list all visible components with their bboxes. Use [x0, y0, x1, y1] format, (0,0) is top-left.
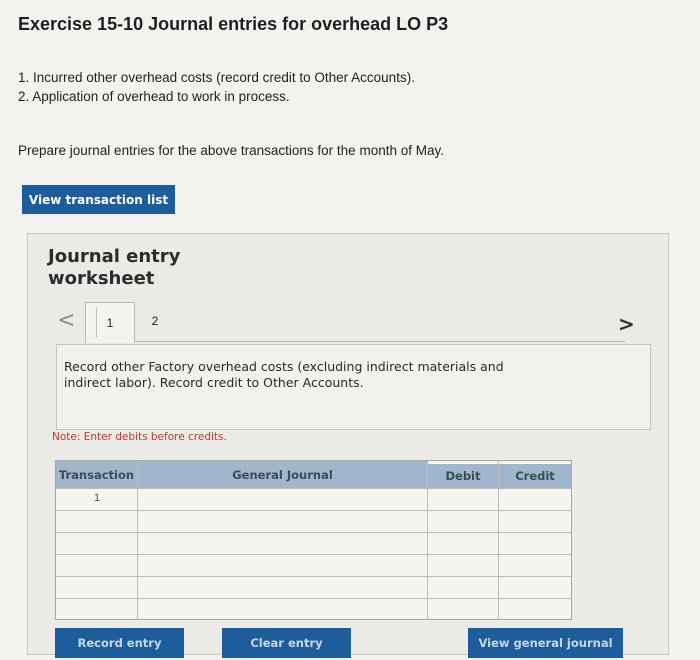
- table-row[interactable]: [56, 554, 571, 576]
- table-row[interactable]: [56, 576, 571, 598]
- debit-credit-note: Note: Enter debits before credits.: [52, 431, 227, 443]
- journal-table: Transaction General Journal Debit Credit…: [55, 460, 572, 620]
- column-header-general-journal: General Journal: [138, 461, 428, 488]
- tab-transaction-1[interactable]: 1: [85, 302, 135, 343]
- column-divider: [498, 461, 499, 619]
- record-entry-button[interactable]: Record entry: [55, 628, 184, 658]
- column-header-debit: Debit: [428, 464, 499, 488]
- column-divider: [137, 461, 138, 619]
- tab-transaction-2[interactable]: 2: [140, 306, 170, 336]
- table-row[interactable]: [56, 598, 571, 620]
- column-header-transaction: Transaction: [56, 461, 138, 488]
- column-header-credit: Credit: [499, 464, 571, 488]
- transaction-description: Record other Factory overhead costs (exc…: [64, 359, 504, 390]
- worksheet-title: Journal entry worksheet: [48, 246, 181, 289]
- table-row[interactable]: 1: [56, 488, 571, 510]
- tab-divider: [85, 341, 625, 342]
- view-general-journal-button[interactable]: View general journal: [468, 628, 623, 658]
- chevron-right-icon[interactable]: >: [618, 312, 635, 336]
- instruction-text: Prepare journal entries for the above tr…: [18, 143, 444, 158]
- transaction-list: 1. Incurred other overhead costs (record…: [18, 68, 415, 106]
- column-divider: [427, 461, 428, 619]
- transaction-number: 1: [93, 492, 101, 504]
- table-row[interactable]: [56, 532, 571, 554]
- list-item: 2. Application of overhead to work in pr…: [18, 89, 290, 104]
- list-item: 1. Incurred other overhead costs (record…: [18, 70, 415, 85]
- page-title: Exercise 15-10 Journal entries for overh…: [18, 14, 449, 34]
- clear-entry-button[interactable]: Clear entry: [222, 628, 351, 658]
- chevron-left-icon[interactable]: <: [57, 308, 75, 333]
- view-transaction-list-button[interactable]: View transaction list: [22, 185, 175, 214]
- table-row[interactable]: [56, 510, 571, 532]
